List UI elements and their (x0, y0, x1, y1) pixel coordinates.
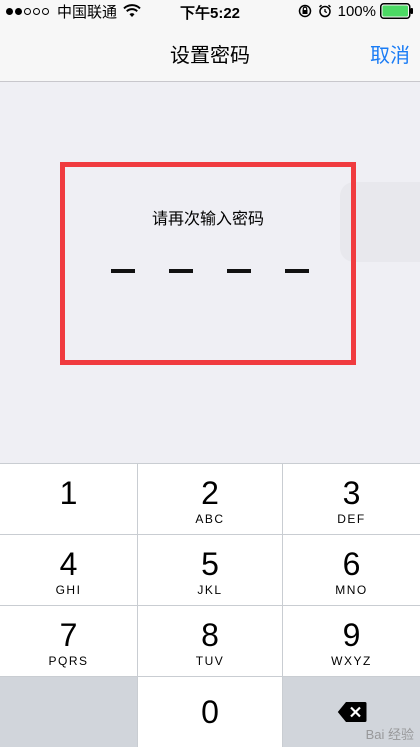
passcode-entry-box: 请再次输入密码 (60, 162, 356, 365)
watermark-text: Bai 经验 (365, 727, 414, 742)
passcode-slot-1 (111, 269, 135, 273)
key-number: 3 (342, 475, 361, 511)
key-7[interactable]: 7 PQRS (0, 606, 137, 676)
key-0[interactable]: 0 (138, 677, 282, 747)
numeric-keypad: 1 2 ABC 3 DEF 4 GHI 5 JKL 6 MNO 7 PQRS 8… (0, 463, 420, 747)
key-number: 8 (201, 617, 219, 653)
key-letters: DEF (337, 512, 366, 526)
key-letters: JKL (197, 583, 223, 597)
key-number: 9 (342, 617, 361, 653)
key-6[interactable]: 6 MNO (283, 535, 420, 605)
status-bar: 中国联通 下午5:22 100% (0, 0, 420, 22)
battery-percent: 100% (337, 2, 376, 20)
key-4[interactable]: 4 GHI (0, 535, 137, 605)
key-letters: TUV (195, 654, 225, 668)
passcode-slots (111, 269, 311, 275)
passcode-slot-3 (227, 269, 251, 273)
key-number: 7 (59, 617, 78, 653)
key-letters: MNO (335, 583, 368, 597)
blank-key (0, 677, 137, 747)
key-3[interactable]: 3 DEF (283, 464, 420, 534)
passcode-prompt: 请再次输入密码 (151, 211, 264, 228)
key-letters: GHI (55, 583, 82, 597)
battery-icon (380, 3, 413, 19)
key-number: 0 (201, 694, 219, 730)
key-2[interactable]: 2 ABC (138, 464, 282, 534)
cancel-button[interactable]: 取消 (370, 39, 410, 68)
status-right: 100% (298, 2, 414, 20)
alarm-icon (318, 4, 331, 18)
key-letters: ABC (195, 512, 225, 526)
key-9[interactable]: 9 WXYZ (283, 606, 420, 676)
passcode-slot-4 (285, 269, 309, 273)
page-title: 设置密码 (170, 45, 250, 67)
key-letters: PQRS (48, 654, 89, 668)
key-1[interactable]: 1 (0, 464, 137, 534)
key-8[interactable]: 8 TUV (138, 606, 282, 676)
passcode-slot-2 (169, 269, 193, 273)
key-number: 2 (201, 475, 219, 511)
delete-button[interactable]: Bai 经验 (283, 677, 420, 747)
navigation-bar: 设置密码 取消 (0, 22, 420, 82)
backspace-icon (337, 702, 366, 722)
key-number: 5 (201, 546, 219, 582)
key-number: 6 (342, 546, 361, 582)
orientation-lock-icon (298, 4, 311, 18)
key-5[interactable]: 5 JKL (138, 535, 282, 605)
key-letters: WXYZ (331, 654, 372, 668)
key-number: 1 (59, 475, 78, 511)
key-number: 4 (59, 546, 78, 582)
